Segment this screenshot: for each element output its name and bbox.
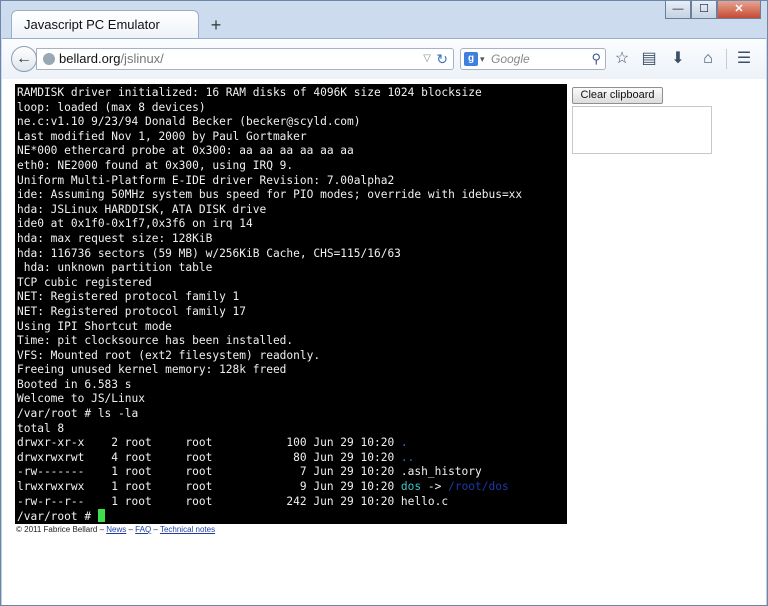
minimize-button[interactable]: — xyxy=(665,1,691,19)
search-engine-dropdown-icon[interactable]: ▾ xyxy=(480,49,485,69)
terminal-line: Last modified Nov 1, 2000 by Paul Gortma… xyxy=(17,129,307,143)
terminal-line: ne.c:v1.10 9/23/94 Donald Becker (becker… xyxy=(17,115,361,129)
technical-notes-link[interactable]: Technical notes xyxy=(160,525,215,534)
terminal-line: Booted in 6.583 s xyxy=(17,377,132,391)
terminal-line: eth0: NE2000 found at 0x300, using IRQ 9… xyxy=(17,158,294,172)
clear-clipboard-button[interactable]: Clear clipboard xyxy=(572,87,663,104)
terminal-line: hda: unknown partition table xyxy=(17,261,213,275)
file-name: dos xyxy=(400,480,422,494)
terminal-line: NET: Registered protocol family 17 xyxy=(17,304,247,318)
faq-link[interactable]: FAQ xyxy=(135,525,151,534)
symlink-target: /root/dos xyxy=(448,480,509,494)
terminal-line: RAMDISK driver initialized: 16 RAM disks… xyxy=(17,86,482,99)
terminal-line: Uniform Multi-Platform E-IDE driver Revi… xyxy=(17,173,395,187)
shell-prompt: /var/root # xyxy=(17,510,98,524)
terminal-line: TCP cubic registered xyxy=(17,275,152,289)
terminal-line: hda: max request size: 128KiB xyxy=(17,231,213,245)
toolbar-separator xyxy=(726,49,727,69)
tab-title: Javascript PC Emulator xyxy=(24,17,160,32)
new-tab-button[interactable]: + xyxy=(206,15,226,35)
file-name: .ash_history xyxy=(400,465,482,479)
reading-list-icon[interactable]: ▤ xyxy=(638,48,660,70)
globe-icon xyxy=(43,53,55,65)
page-content: RAMDISK driver initialized: 16 RAM disks… xyxy=(2,79,766,605)
bookmark-star-icon[interactable]: ☆ xyxy=(611,48,633,70)
terminal-line: ide: Assuming 50MHz system bus speed for… xyxy=(17,188,523,202)
terminal-line: loop: loaded (max 8 devices) xyxy=(17,100,206,114)
browser-tab[interactable]: Javascript PC Emulator xyxy=(11,10,199,38)
terminal-prompt-line[interactable]: /var/root # xyxy=(17,509,567,524)
navigation-bar: bellard.org/jslinux/ ▽ ↻ ← g ▾ Google ⚲ … xyxy=(2,38,766,80)
address-bar[interactable]: bellard.org/jslinux/ ▽ ↻ xyxy=(36,48,454,70)
search-engine-icon[interactable]: g xyxy=(464,52,478,66)
maximize-button[interactable]: ☐ xyxy=(691,1,717,19)
browser-window: — ☐ ✕ Javascript PC Emulator + bellard.o… xyxy=(0,0,768,606)
close-button[interactable]: ✕ xyxy=(717,1,761,19)
clipboard-textarea[interactable] xyxy=(572,106,712,154)
terminal-cursor xyxy=(97,509,105,523)
terminal-line: NET: Registered protocol family 1 xyxy=(17,290,240,304)
terminal-line: Freeing unused kernel memory: 128k freed xyxy=(17,363,287,377)
search-placeholder: Google xyxy=(491,52,530,66)
page-footer: © 2011 Fabrice Bellard – News – FAQ – Te… xyxy=(16,525,216,534)
terminal-line: NE*000 ethercard probe at 0x300: aa aa a… xyxy=(17,144,354,158)
magnifier-icon[interactable]: ⚲ xyxy=(591,49,601,69)
directory-listing-row: -rw-r--r-- 1 root root 242 Jun 29 10:20 … xyxy=(17,494,449,508)
file-name: hello.c xyxy=(400,494,449,508)
terminal-line: hda: JSLinux HARDDISK, ATA DISK drive xyxy=(17,202,267,216)
terminal-line: Welcome to JS/Linux xyxy=(17,392,145,406)
back-button[interactable]: ← xyxy=(11,46,37,72)
news-link[interactable]: News xyxy=(106,525,126,534)
terminal-line: total 8 xyxy=(17,421,65,435)
reload-icon[interactable]: ↻ xyxy=(436,49,448,69)
terminal-line: Using IPI Shortcut mode xyxy=(17,319,172,333)
terminal-line: hda: 116736 sectors (59 MB) w/256KiB Cac… xyxy=(17,246,401,260)
history-dropdown-icon[interactable]: ▽ xyxy=(423,49,431,69)
directory-listing-row: -rw------- 1 root root 7 Jun 29 10:20 .a… xyxy=(17,465,482,479)
search-bar[interactable]: g ▾ Google ⚲ xyxy=(460,48,606,70)
terminal-line: Time: pit clocksource has been installed… xyxy=(17,334,294,348)
terminal-line: VFS: Mounted root (ext2 filesystem) read… xyxy=(17,348,321,362)
url-text: bellard.org/jslinux/ xyxy=(59,51,164,66)
directory-listing-row: lrwxrwxrwx 1 root root 9 Jun 29 10:20 do… xyxy=(17,480,509,494)
file-name: .. xyxy=(400,450,415,464)
directory-listing-row: drwxr-xr-x 2 root root 100 Jun 29 10:20 … xyxy=(17,436,408,450)
home-icon[interactable]: ⌂ xyxy=(697,48,719,70)
directory-listing-row: drwxrwxrwt 4 root root 80 Jun 29 10:20 .… xyxy=(17,450,415,464)
terminal-screen[interactable]: RAMDISK driver initialized: 16 RAM disks… xyxy=(15,84,567,524)
terminal-line: /var/root # ls -la xyxy=(17,407,139,421)
file-name: . xyxy=(400,436,408,450)
terminal-line: ide0 at 0x1f0-0x1f7,0x3f6 on irq 14 xyxy=(17,217,253,231)
window-controls: — ☐ ✕ xyxy=(665,1,761,21)
menu-icon[interactable]: ☰ xyxy=(733,48,755,70)
download-icon[interactable]: ⬇ xyxy=(667,48,689,70)
